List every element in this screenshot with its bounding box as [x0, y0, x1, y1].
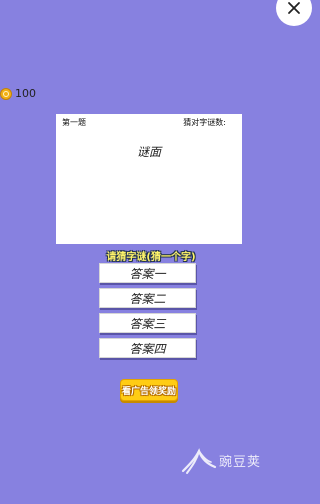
coin-count: 100 [15, 87, 36, 100]
coin-icon [0, 87, 12, 100]
watermark: 豌豆荚 [181, 445, 261, 475]
guess-prompt: 请猜字谜(猜一个字) [106, 252, 196, 263]
puzzle-card: 第一题 猜对字谜数: 谜面 [56, 114, 242, 244]
watermark-text: 豌豆荚 [219, 454, 262, 470]
answer-list: 答案一 答案二 答案三 答案四 [99, 263, 198, 363]
answer-button-1[interactable]: 答案一 [99, 263, 196, 283]
watch-ad-reward-button[interactable]: 看广告领奖励 [120, 379, 178, 401]
answer-button-2[interactable]: 答案二 [99, 288, 196, 308]
answer-button-3[interactable]: 答案三 [99, 313, 196, 333]
question-number: 第一题 [62, 118, 86, 127]
close-icon [288, 2, 300, 14]
answer-button-4[interactable]: 答案四 [99, 338, 196, 358]
riddle-text: 谜面 [136, 145, 161, 159]
coin-counter: 100 [0, 87, 36, 100]
wandoujia-logo-icon [181, 448, 217, 474]
close-button[interactable] [276, 0, 312, 26]
solved-count-label: 猜对字谜数: [183, 118, 226, 127]
